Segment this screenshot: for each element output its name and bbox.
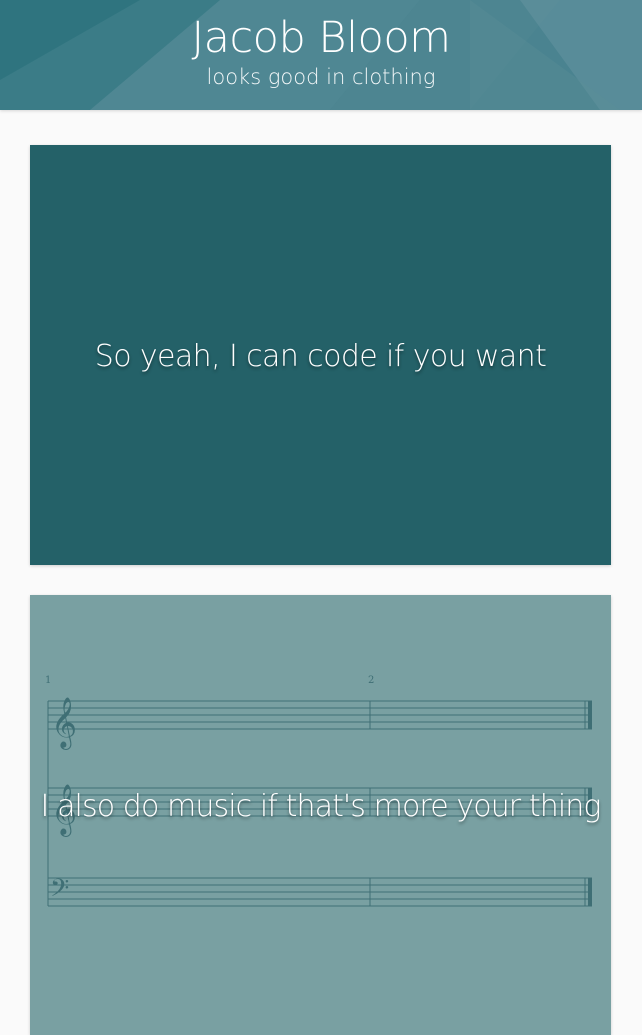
music-card[interactable]: 𝄞 𝄞 𝄢 1 2 I also do music if that's more…	[30, 595, 611, 1035]
code-card[interactable]: So yeah, I can code if you want	[30, 145, 611, 565]
code-card-caption: So yeah, I can code if you want	[94, 339, 547, 374]
site-header: Jacob Bloom looks good in clothing	[0, 0, 642, 110]
measure-number: 1	[45, 675, 51, 686]
music-card-caption: I also do music if that's more your thin…	[40, 789, 601, 824]
measure-number: 2	[368, 675, 374, 686]
site-title: Jacob Bloom	[191, 13, 451, 63]
bass-clef-icon: 𝄢	[50, 874, 69, 909]
site-subtitle: looks good in clothing	[206, 65, 436, 89]
treble-clef-icon: 𝄞	[51, 697, 77, 750]
